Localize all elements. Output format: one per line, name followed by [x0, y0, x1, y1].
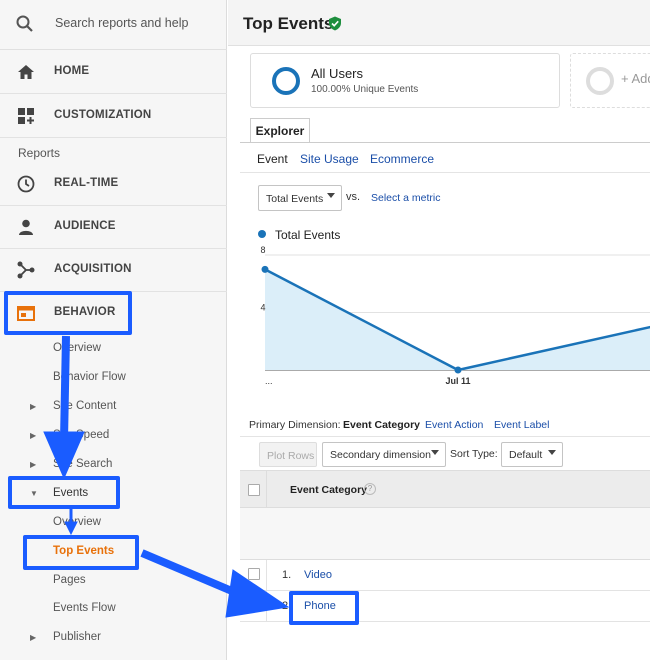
x-tick-label: Jul 11: [445, 376, 470, 386]
select-all-checkbox[interactable]: [248, 484, 260, 496]
nav-acquisition[interactable]: ACQUISITION: [0, 248, 227, 292]
table-row: 1. Video: [240, 560, 650, 591]
data-point: [261, 265, 269, 273]
chart-legend-label: Total Events: [275, 228, 341, 242]
vs-label: vs.: [346, 191, 361, 203]
plot-rows-button[interactable]: Plot Rows: [259, 442, 317, 467]
nav-home-label: HOME: [54, 65, 90, 77]
highlight-events: [8, 476, 120, 509]
segment-card[interactable]: All Users 100.00% Unique Events: [250, 53, 560, 108]
page-title: Top Events: [243, 14, 334, 33]
sort-type-label: Sort Type:: [450, 448, 498, 460]
column-divider: [266, 560, 267, 591]
sort-type-dropdown[interactable]: Default: [501, 442, 563, 467]
chevron-down-icon: [548, 450, 556, 455]
acquisition-icon: [17, 261, 35, 279]
site-content[interactable]: Site Content: [53, 400, 116, 412]
select-metric-link[interactable]: Select a metric: [371, 192, 440, 204]
nav-audience-label: AUDIENCE: [54, 220, 116, 232]
main-panel: Top Events All Users 100.00% Unique Even…: [228, 0, 650, 660]
table-summary-row: [240, 508, 650, 560]
search-placeholder: Search reports and help: [55, 16, 189, 30]
add-segment-label: + Add: [621, 71, 650, 86]
column-divider: [266, 591, 267, 622]
secondary-dimension-label: Secondary dimension: [330, 449, 431, 461]
data-point: [454, 366, 462, 374]
site-search[interactable]: Site Search: [53, 458, 112, 470]
verified-shield-icon: [329, 16, 341, 31]
dimension-event-label[interactable]: Event Label: [494, 419, 549, 431]
metric-dropdown-value: Total Events: [266, 193, 324, 205]
clock-icon: [17, 175, 35, 193]
primary-dimension-label: Primary Dimension:: [249, 419, 341, 431]
chevron-down-icon: [431, 450, 439, 455]
reports-section-label: Reports: [18, 146, 61, 160]
dimension-event-category[interactable]: Event Category: [343, 419, 420, 431]
segment-detail: 100.00% Unique Events: [311, 84, 419, 95]
highlight-behavior: [4, 291, 132, 335]
person-icon: [19, 219, 33, 235]
nav-home[interactable]: HOME: [0, 50, 227, 94]
subtab-site-usage[interactable]: Site Usage: [300, 152, 359, 166]
line-chart: 8 4... Jul 11: [260, 245, 650, 386]
x-tick-label: ...: [265, 376, 273, 386]
home-icon: [18, 65, 34, 79]
highlight-top-events: [23, 535, 139, 570]
divider: [240, 172, 650, 173]
behavior-flow[interactable]: Behavior Flow: [53, 371, 126, 383]
chart-area-fill: [265, 269, 650, 370]
nav-customization[interactable]: CUSTOMIZATION: [0, 94, 227, 138]
nav-realtime[interactable]: REAL-TIME: [0, 162, 227, 206]
search-icon: [16, 15, 33, 32]
row-category-link[interactable]: Video: [304, 569, 332, 581]
secondary-dimension-dropdown[interactable]: Secondary dimension: [322, 442, 446, 467]
expand-arrow-icon: ▶: [30, 460, 37, 469]
behavior-overview[interactable]: Overview: [53, 342, 101, 354]
segment-ring-icon: [272, 67, 300, 95]
legend-dot-icon: [258, 230, 266, 238]
segment-name: All Users: [311, 66, 364, 81]
dimension-event-action[interactable]: Event Action: [425, 419, 483, 431]
publisher[interactable]: Publisher: [53, 631, 101, 643]
sort-type-value: Default: [509, 449, 543, 461]
dashboard-plus-icon: [18, 108, 34, 124]
highlight-phone: [289, 591, 359, 625]
chevron-down-icon: [327, 193, 335, 198]
empty-ring-icon: [586, 67, 614, 95]
expand-arrow-icon: ▶: [30, 633, 37, 642]
add-segment-card[interactable]: + Add: [570, 53, 650, 108]
tab-explorer[interactable]: Explorer: [250, 118, 310, 143]
site-speed[interactable]: Site Speed: [53, 429, 109, 441]
metric-dropdown[interactable]: Total Events: [258, 185, 342, 211]
column-header-event-category[interactable]: Event Category: [290, 484, 367, 496]
events-overview[interactable]: Overview: [53, 516, 101, 528]
title-bar: Top Events: [228, 0, 650, 46]
tab-divider: [240, 142, 650, 143]
plot-rows-label: Plot Rows: [267, 450, 315, 462]
row-checkbox[interactable]: [248, 568, 260, 580]
expand-arrow-icon: ▶: [30, 431, 37, 440]
expand-arrow-icon: ▶: [30, 402, 37, 411]
subtab-event[interactable]: Event: [257, 152, 288, 166]
pages[interactable]: Pages: [53, 574, 86, 586]
nav-acquisition-label: ACQUISITION: [54, 263, 132, 275]
search-bar[interactable]: Search reports and help: [0, 0, 227, 50]
subtab-ecommerce[interactable]: Ecommerce: [370, 152, 434, 166]
help-icon[interactable]: ?: [364, 483, 376, 495]
row-checkbox[interactable]: [248, 600, 260, 612]
nav-audience[interactable]: AUDIENCE: [0, 205, 227, 249]
row-index: 1.: [282, 569, 292, 581]
nav-customization-label: CUSTOMIZATION: [54, 109, 152, 121]
table-header: Event Category ?: [240, 470, 650, 561]
divider: [240, 436, 650, 437]
events-flow[interactable]: Events Flow: [53, 602, 116, 614]
nav-realtime-label: REAL-TIME: [54, 177, 119, 189]
y-tick-label: 8: [260, 245, 265, 255]
y-tick-label: 4: [260, 303, 265, 313]
